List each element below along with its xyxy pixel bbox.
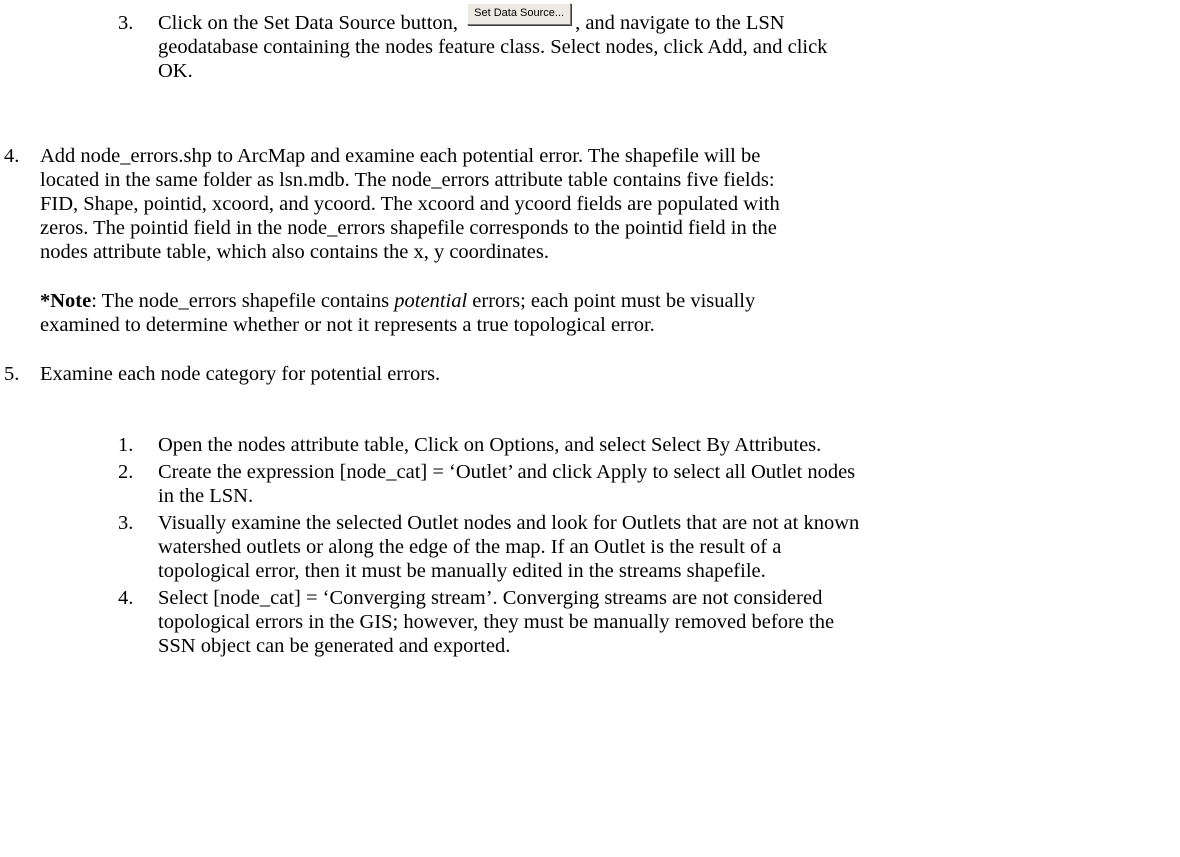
set-data-source-button[interactable]: Set Data Source... xyxy=(467,3,572,25)
substep-line: Create the expression [node_cat] = ‘Outl… xyxy=(158,461,856,483)
substep-line: SSN object can be generated and exported… xyxy=(158,635,511,657)
note-text: errors; each point must be visually xyxy=(467,290,756,312)
step-line: nodes attribute table, which also contai… xyxy=(40,241,549,263)
substep-line: Open the nodes attribute table, Click on… xyxy=(158,434,822,456)
step-number: 4. xyxy=(4,145,20,167)
step-line: located in the same folder as lsn.mdb. T… xyxy=(40,169,775,191)
substep-number: 4. xyxy=(118,587,134,609)
step-line: OK. xyxy=(158,60,193,82)
step-line: Click on the Set Data Source button, Set… xyxy=(158,3,785,35)
substep-line: Visually examine the selected Outlet nod… xyxy=(158,512,860,534)
note-label: *Note xyxy=(40,290,92,312)
step-line: Add node_errors.shp to ArcMap and examin… xyxy=(40,145,761,167)
step-number: 3. xyxy=(118,12,134,34)
substep-line: topological errors in the GIS; however, … xyxy=(158,611,835,633)
document-page: 3. Click on the Set Data Source button, … xyxy=(0,0,1180,857)
substep-line: Select [node_cat] = ‘Converging stream’.… xyxy=(158,587,823,609)
substep-line: in the LSN. xyxy=(158,485,254,507)
substep-line: watershed outlets or along the edge of t… xyxy=(158,536,782,558)
substep-number: 3. xyxy=(118,512,134,534)
substep-number: 2. xyxy=(118,461,134,483)
note-line: *Note: The node_errors shapefile contain… xyxy=(40,290,755,313)
note-line: examined to determine whether or not it … xyxy=(40,314,655,336)
step-line: geodatabase containing the nodes feature… xyxy=(158,36,828,58)
step-line: FID, Shape, pointid, xcoord, and ycoord.… xyxy=(40,193,780,215)
step-number: 5. xyxy=(4,363,20,385)
step-text: , and navigate to the LSN xyxy=(575,12,785,34)
step-text: Click on the Set Data Source button, xyxy=(158,12,459,34)
substep-number: 1. xyxy=(118,434,134,456)
step-line: Examine each node category for potential… xyxy=(40,363,441,385)
note-text: : The node_errors shapefile contains xyxy=(91,290,395,312)
step-line: zeros. The pointid field in the node_err… xyxy=(40,217,777,239)
substep-line: topological error, then it must be manua… xyxy=(158,560,766,582)
note-emphasis: potential xyxy=(394,290,468,312)
